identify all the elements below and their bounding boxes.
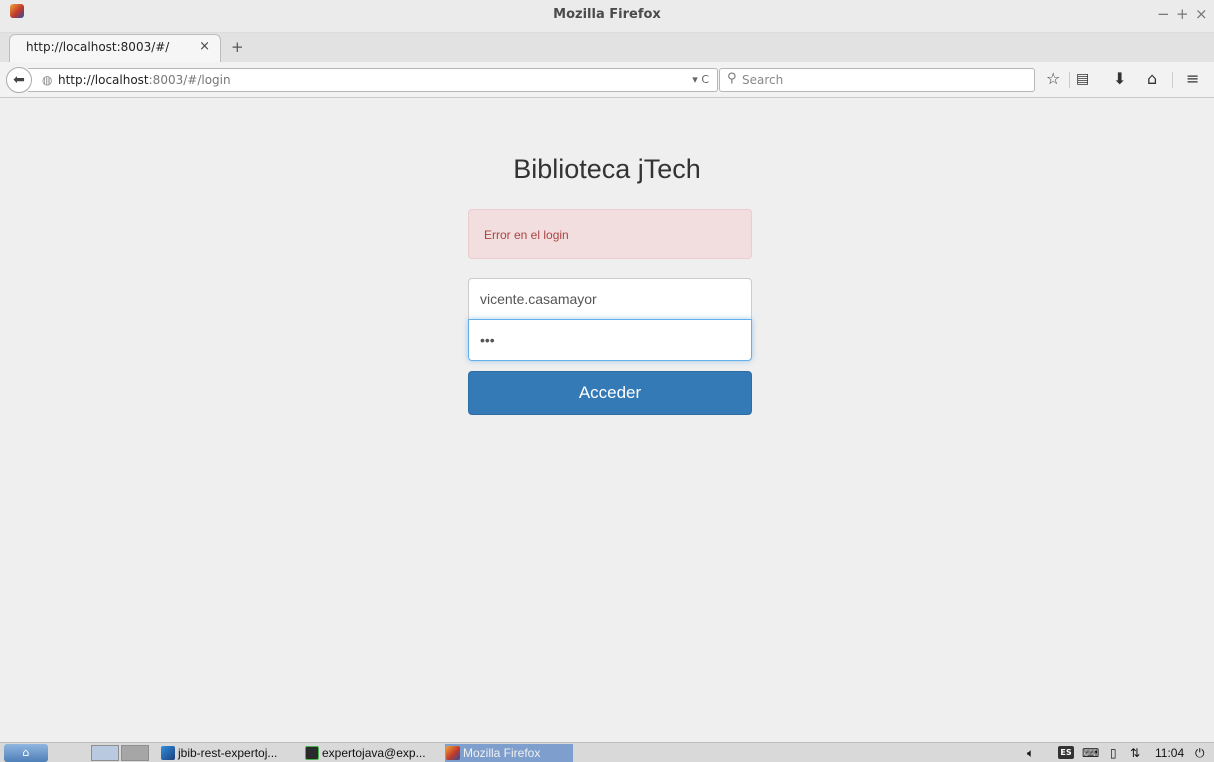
url-host: http://localhost — [58, 73, 149, 87]
new-tab-button[interactable]: + — [231, 38, 244, 56]
start-menu-icon: ⌂ — [22, 746, 30, 759]
toolbar-separator — [1172, 72, 1173, 88]
minimize-button[interactable]: − — [1157, 7, 1170, 22]
login-error-alert: Error en el login — [468, 209, 752, 259]
close-window-button[interactable]: × — [1195, 7, 1208, 22]
keyboard-layout-icon[interactable]: ES — [1058, 746, 1074, 759]
reading-list-icon[interactable]: ▤ — [1076, 69, 1089, 89]
back-icon: ⬅ — [13, 72, 25, 88]
search-input[interactable] — [742, 71, 1022, 89]
task-terminal[interactable]: expertojava@exp... — [304, 744, 426, 762]
task-label: jbib-rest-expertoj... — [178, 746, 278, 760]
download-icon[interactable]: ⬇ — [1113, 69, 1126, 89]
search-icon: ⚲ — [727, 71, 737, 86]
battery-icon[interactable]: ▯ — [1110, 744, 1117, 762]
firefox-icon — [446, 746, 460, 760]
task-firefox[interactable]: Mozilla Firefox — [445, 744, 573, 762]
window-titlebar: Mozilla Firefox − + × — [0, 0, 1214, 33]
alert-text: Error en el login — [484, 228, 569, 242]
reload-icon[interactable]: ▾ C — [692, 73, 709, 86]
tab-title: http://localhost:8003/#/ — [26, 40, 170, 54]
username-field[interactable] — [468, 278, 752, 320]
url-path: :8003/#/login — [148, 73, 231, 87]
page-title: Biblioteca jTech — [513, 154, 701, 184]
toolbar-separator — [1069, 72, 1070, 88]
volume-icon[interactable]: 🔈︎ — [1027, 744, 1034, 762]
navigation-bar: ◍ http://localhost:8003/#/login ▾ C ⬅ ⚲ … — [0, 62, 1214, 98]
home-icon[interactable]: ⌂ — [1147, 69, 1157, 89]
window-title: Mozilla Firefox — [553, 7, 661, 22]
task-label: Mozilla Firefox — [463, 746, 541, 760]
intellij-icon — [161, 746, 175, 760]
tab-strip: http://localhost:8003/#/ × + — [0, 33, 1214, 62]
back-button[interactable]: ⬅ — [6, 67, 32, 93]
start-menu-button[interactable]: ⌂ — [4, 744, 48, 762]
keyboard-icon[interactable]: ⌨ — [1082, 744, 1099, 762]
password-field[interactable] — [468, 319, 752, 361]
globe-icon: ◍ — [42, 73, 53, 87]
clock: 11:04 — [1155, 746, 1185, 760]
maximize-button[interactable]: + — [1176, 7, 1189, 22]
bookmark-star-icon[interactable]: ☆ — [1046, 69, 1060, 89]
taskbar: ⌂ jbib-rest-expertoj... expertojava@exp.… — [0, 742, 1214, 762]
login-submit-button[interactable]: Acceder — [468, 371, 752, 415]
page-content: Biblioteca jTech Error en el login Acced… — [0, 98, 1214, 742]
menu-icon[interactable]: ≡ — [1186, 69, 1199, 89]
tab-localhost[interactable]: http://localhost:8003/#/ × — [9, 34, 221, 62]
url-text[interactable]: http://localhost:8003/#/login — [58, 73, 231, 87]
power-icon[interactable]: ⏻ — [1195, 744, 1205, 762]
task-label: expertojava@exp... — [322, 746, 426, 760]
tab-close-button[interactable]: × — [199, 39, 210, 54]
task-intellij[interactable]: jbib-rest-expertoj... — [160, 744, 277, 762]
workspace-1[interactable] — [91, 745, 119, 761]
network-icon[interactable]: ⇅ — [1130, 744, 1140, 762]
workspace-2[interactable] — [121, 745, 149, 761]
terminal-icon — [305, 746, 319, 760]
url-bar[interactable]: ◍ http://localhost:8003/#/login ▾ C — [28, 68, 718, 92]
search-bar[interactable]: ⚲ — [719, 68, 1035, 92]
